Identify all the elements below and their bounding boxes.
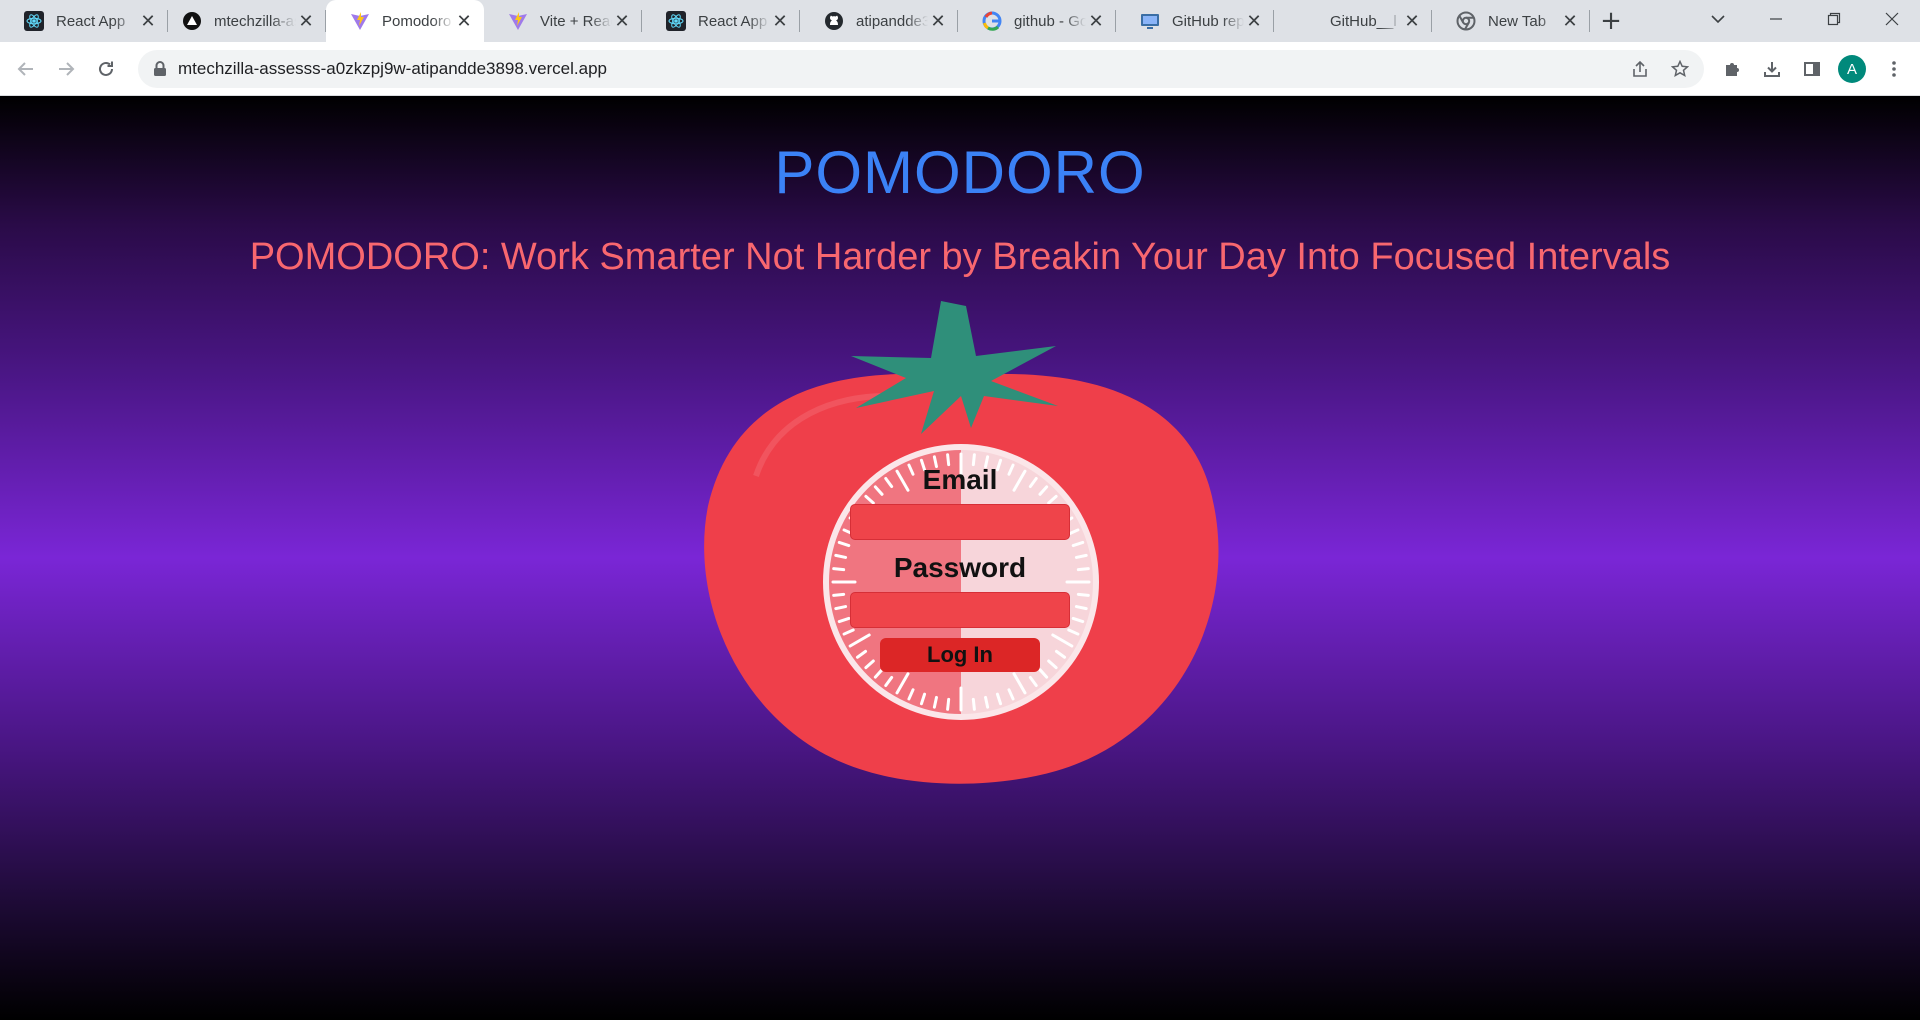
restore-button[interactable] bbox=[1806, 0, 1862, 38]
tab-strip: React App ✕ mtechzilla-assesss ✕ Pomodor… bbox=[0, 0, 1920, 42]
tab-0[interactable]: React App ✕ bbox=[0, 0, 168, 42]
tab-title: React App bbox=[698, 12, 768, 30]
minimize-button[interactable] bbox=[1748, 0, 1804, 38]
close-icon[interactable]: ✕ bbox=[138, 11, 158, 31]
close-window-button[interactable] bbox=[1864, 0, 1920, 38]
monitor-icon bbox=[1140, 11, 1160, 31]
login-button[interactable]: Log In bbox=[880, 638, 1040, 672]
vercel-icon bbox=[182, 11, 202, 31]
close-icon[interactable]: ✕ bbox=[1402, 11, 1422, 31]
page-viewport: POMODORO POMODORO: Work Smarter Not Hard… bbox=[0, 96, 1920, 1020]
tab-8[interactable]: GitHub__l ✕ bbox=[1274, 0, 1432, 42]
clock-tick bbox=[1076, 567, 1090, 572]
clock-tick bbox=[971, 697, 976, 711]
address-bar[interactable]: mtechzilla-assesss-a0zkzpj9w-atipandde38… bbox=[138, 50, 1704, 88]
tab-title: github - Google Search bbox=[1014, 12, 1086, 30]
tab-title: GitHub__l bbox=[1330, 12, 1397, 30]
tab-title: GitHub repo bbox=[1172, 12, 1244, 30]
close-icon bbox=[1885, 12, 1899, 26]
page-subtitle: POMODORO: Work Smarter Not Harder by Bre… bbox=[249, 236, 1671, 278]
tab-7[interactable]: GitHub repo ✕ bbox=[1116, 0, 1274, 42]
password-field[interactable] bbox=[850, 592, 1070, 628]
page-title: POMODORO bbox=[774, 139, 1146, 206]
tab-6[interactable]: github - Google Search ✕ bbox=[958, 0, 1116, 42]
downloads-button[interactable] bbox=[1756, 53, 1788, 85]
arrow-right-icon bbox=[59, 62, 75, 76]
more-vert-icon bbox=[1892, 61, 1896, 77]
star-icon bbox=[1671, 60, 1689, 78]
menu-button[interactable] bbox=[1878, 53, 1910, 85]
back-button[interactable] bbox=[10, 53, 42, 85]
tab-2[interactable]: Pomodoro ✕ bbox=[326, 0, 484, 42]
profile-avatar[interactable]: A bbox=[1838, 55, 1866, 83]
tab-1[interactable]: mtechzilla-assesss ✕ bbox=[158, 0, 326, 42]
close-icon[interactable]: ✕ bbox=[454, 11, 474, 31]
new-tab-button[interactable]: + bbox=[1596, 6, 1626, 36]
reload-icon bbox=[99, 61, 113, 76]
chevron-down-icon bbox=[1711, 15, 1725, 24]
close-icon[interactable]: ✕ bbox=[1086, 11, 1106, 31]
tab-9[interactable]: New Tab ✕ bbox=[1432, 0, 1590, 42]
close-icon[interactable]: ✕ bbox=[1244, 11, 1264, 31]
forward-button[interactable] bbox=[50, 53, 82, 85]
tab-title: React App bbox=[56, 12, 126, 30]
reload-button[interactable] bbox=[90, 53, 122, 85]
browser-toolbar: mtechzilla-assesss-a0zkzpj9w-atipandde38… bbox=[0, 42, 1920, 96]
react-icon bbox=[24, 11, 44, 31]
close-icon[interactable]: ✕ bbox=[928, 11, 948, 31]
share-icon bbox=[1633, 60, 1647, 77]
tab-title: Vite + React bbox=[540, 12, 612, 30]
clock-tick bbox=[984, 695, 990, 709]
email-field[interactable] bbox=[850, 504, 1070, 540]
close-icon[interactable]: ✕ bbox=[1560, 11, 1580, 31]
tab-title: Pomodoro bbox=[382, 12, 452, 30]
extensions-button[interactable] bbox=[1716, 53, 1748, 85]
clock-tick bbox=[932, 695, 938, 709]
password-label: Password bbox=[893, 552, 1027, 583]
close-icon[interactable]: ✕ bbox=[296, 11, 316, 31]
react-icon bbox=[666, 11, 686, 31]
vite-icon bbox=[350, 11, 370, 31]
tab-5[interactable]: atipandde3898 ✕ bbox=[800, 0, 958, 42]
minimize-icon bbox=[1770, 18, 1782, 20]
login-form: Email Password Log In bbox=[842, 462, 1078, 672]
close-icon[interactable]: ✕ bbox=[612, 11, 632, 31]
github-icon bbox=[824, 11, 844, 31]
tab-3[interactable]: Vite + React ✕ bbox=[484, 0, 642, 42]
vite-icon bbox=[508, 11, 528, 31]
puzzle-icon bbox=[1726, 63, 1739, 76]
share-button[interactable] bbox=[1624, 53, 1656, 85]
arrow-left-icon bbox=[17, 62, 33, 76]
side-panel-icon bbox=[1804, 62, 1820, 76]
close-icon[interactable]: ✕ bbox=[770, 11, 790, 31]
clock-tick bbox=[946, 697, 951, 711]
bookmark-button[interactable] bbox=[1664, 53, 1696, 85]
url-text: mtechzilla-assesss-a0zkzpj9w-atipandde38… bbox=[178, 59, 608, 78]
tab-title: mtechzilla-assesss bbox=[214, 12, 296, 30]
download-icon bbox=[1764, 62, 1780, 77]
tab-title: atipandde3898 bbox=[856, 12, 928, 30]
restore-icon bbox=[1827, 12, 1841, 26]
tab-title: New Tab bbox=[1488, 12, 1547, 30]
chrome-icon bbox=[1456, 11, 1476, 31]
tab-4[interactable]: React App ✕ bbox=[642, 0, 800, 42]
blank-icon bbox=[1298, 11, 1318, 31]
tab-search-button[interactable] bbox=[1690, 0, 1746, 38]
google-icon bbox=[982, 11, 1002, 31]
side-panel-button[interactable] bbox=[1796, 53, 1828, 85]
clock-tick bbox=[1076, 592, 1090, 597]
lock-icon bbox=[150, 59, 170, 79]
email-label: Email bbox=[922, 464, 998, 495]
